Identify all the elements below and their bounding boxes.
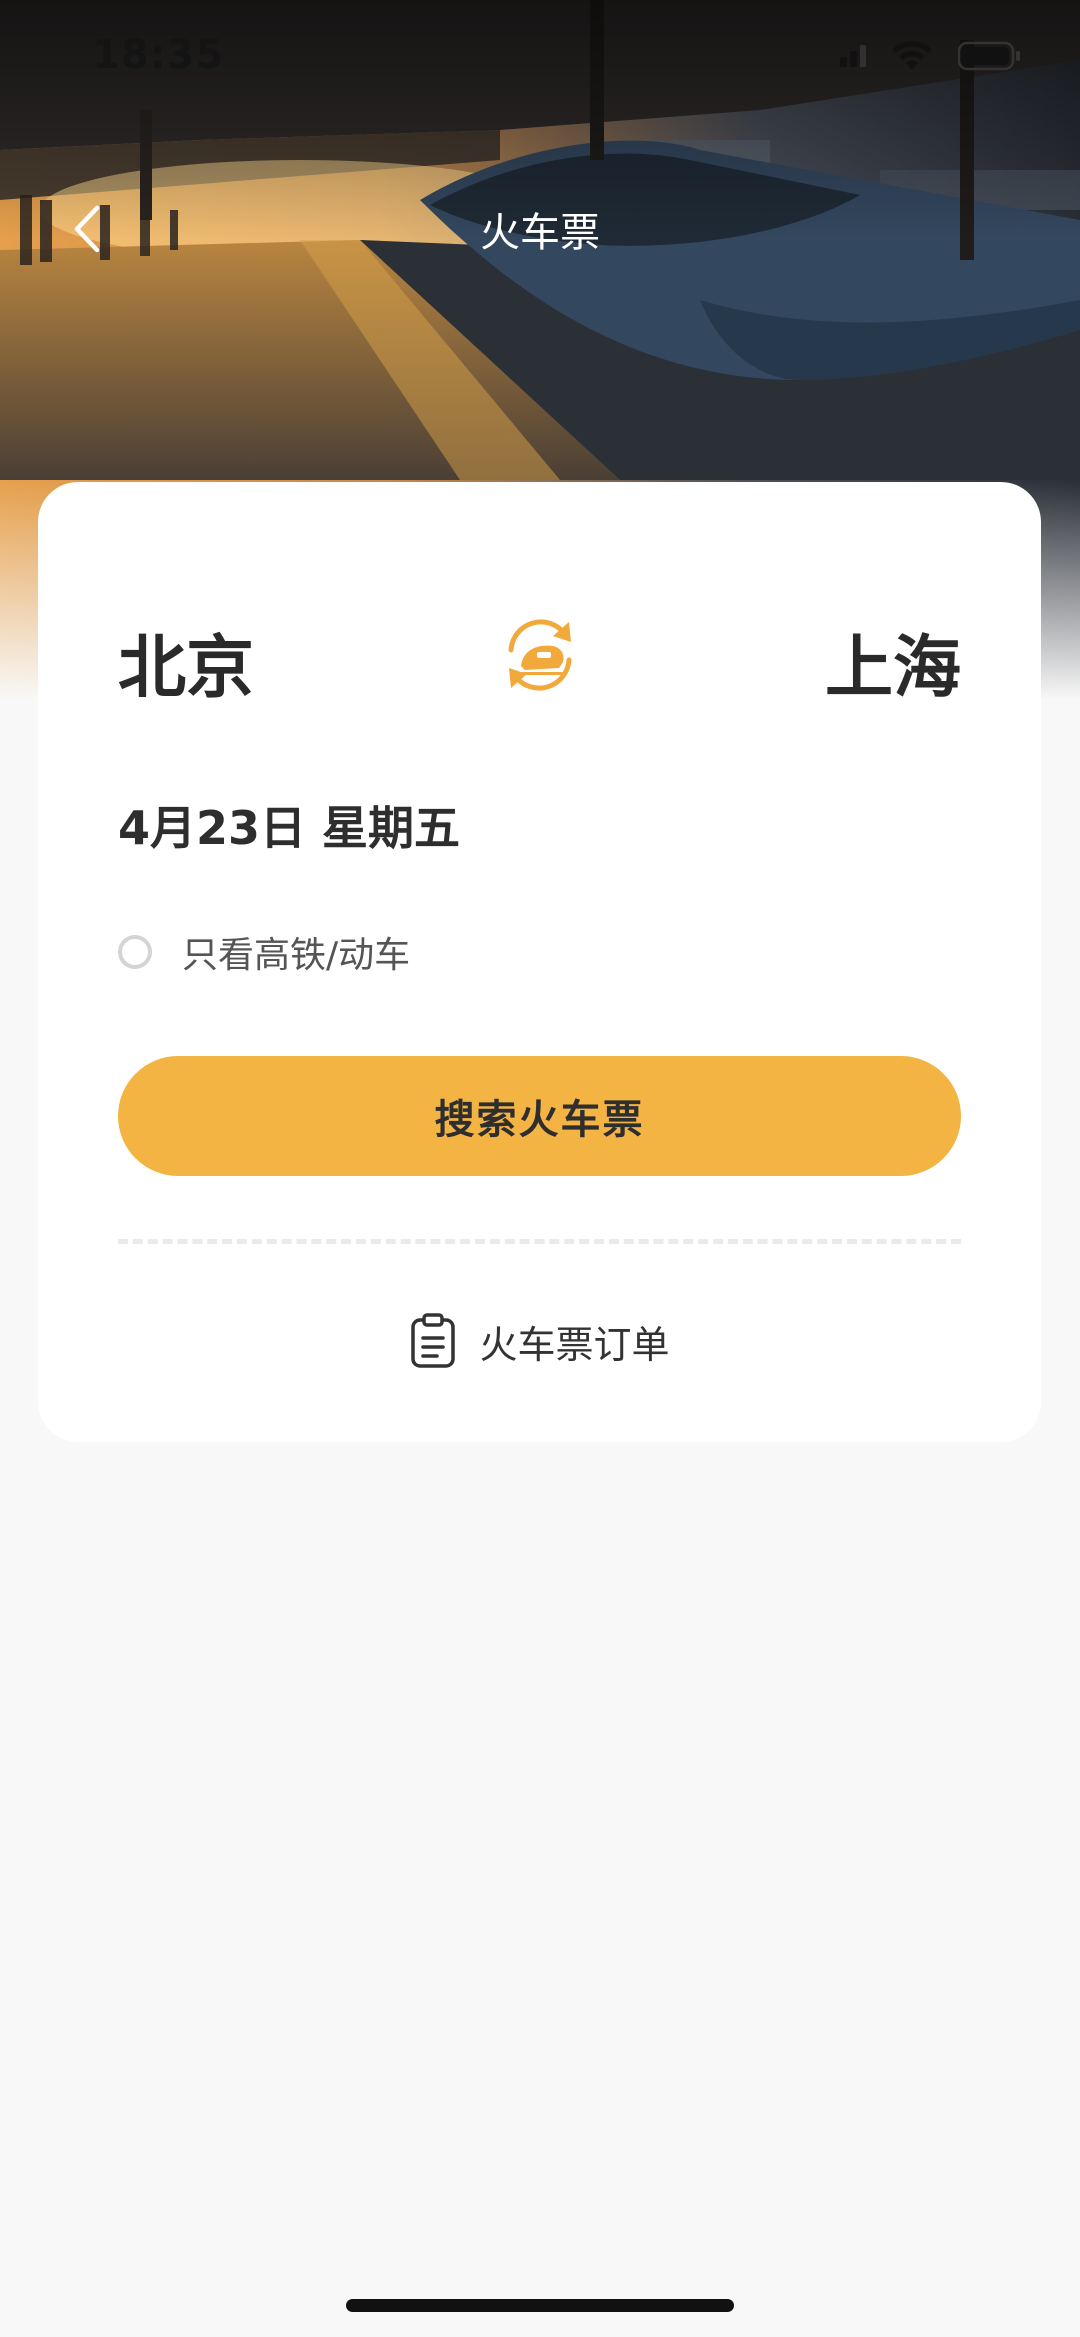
status-time: 18:35 xyxy=(92,32,225,78)
page-title: 火车票 xyxy=(480,210,600,256)
search-card: 北京 上海 4月23日 星期五 只看高铁/动车 搜索火车票 火车票订单 xyxy=(38,482,1041,1442)
status-bar: 18:35 xyxy=(0,0,1080,120)
dashed-divider xyxy=(118,1239,961,1244)
battery-icon xyxy=(958,41,1020,71)
swap-train-icon xyxy=(508,619,572,691)
departure-date[interactable]: 4月23日 星期五 xyxy=(118,792,460,858)
high-speed-only-label: 只看高铁/动车 xyxy=(182,935,411,976)
train-orders-link[interactable]: 火车票订单 xyxy=(38,1312,1041,1370)
train-orders-label: 火车票订单 xyxy=(479,1322,670,1367)
wifi-icon xyxy=(892,41,932,70)
swap-stations-button[interactable] xyxy=(497,612,583,698)
search-tickets-button[interactable]: 搜索火车票 xyxy=(118,1056,961,1176)
high-speed-only-toggle[interactable]: 只看高铁/动车 xyxy=(118,926,410,978)
navigation-bar: 火车票 xyxy=(0,180,1080,280)
status-icons xyxy=(840,40,1022,72)
departure-city[interactable]: 北京 xyxy=(118,612,254,711)
cellular-signal-icon xyxy=(840,45,866,67)
radio-unchecked-icon[interactable] xyxy=(118,935,152,969)
arrival-city[interactable]: 上海 xyxy=(825,612,961,711)
home-indicator[interactable] xyxy=(346,2299,734,2312)
clipboard-icon xyxy=(411,1313,456,1368)
